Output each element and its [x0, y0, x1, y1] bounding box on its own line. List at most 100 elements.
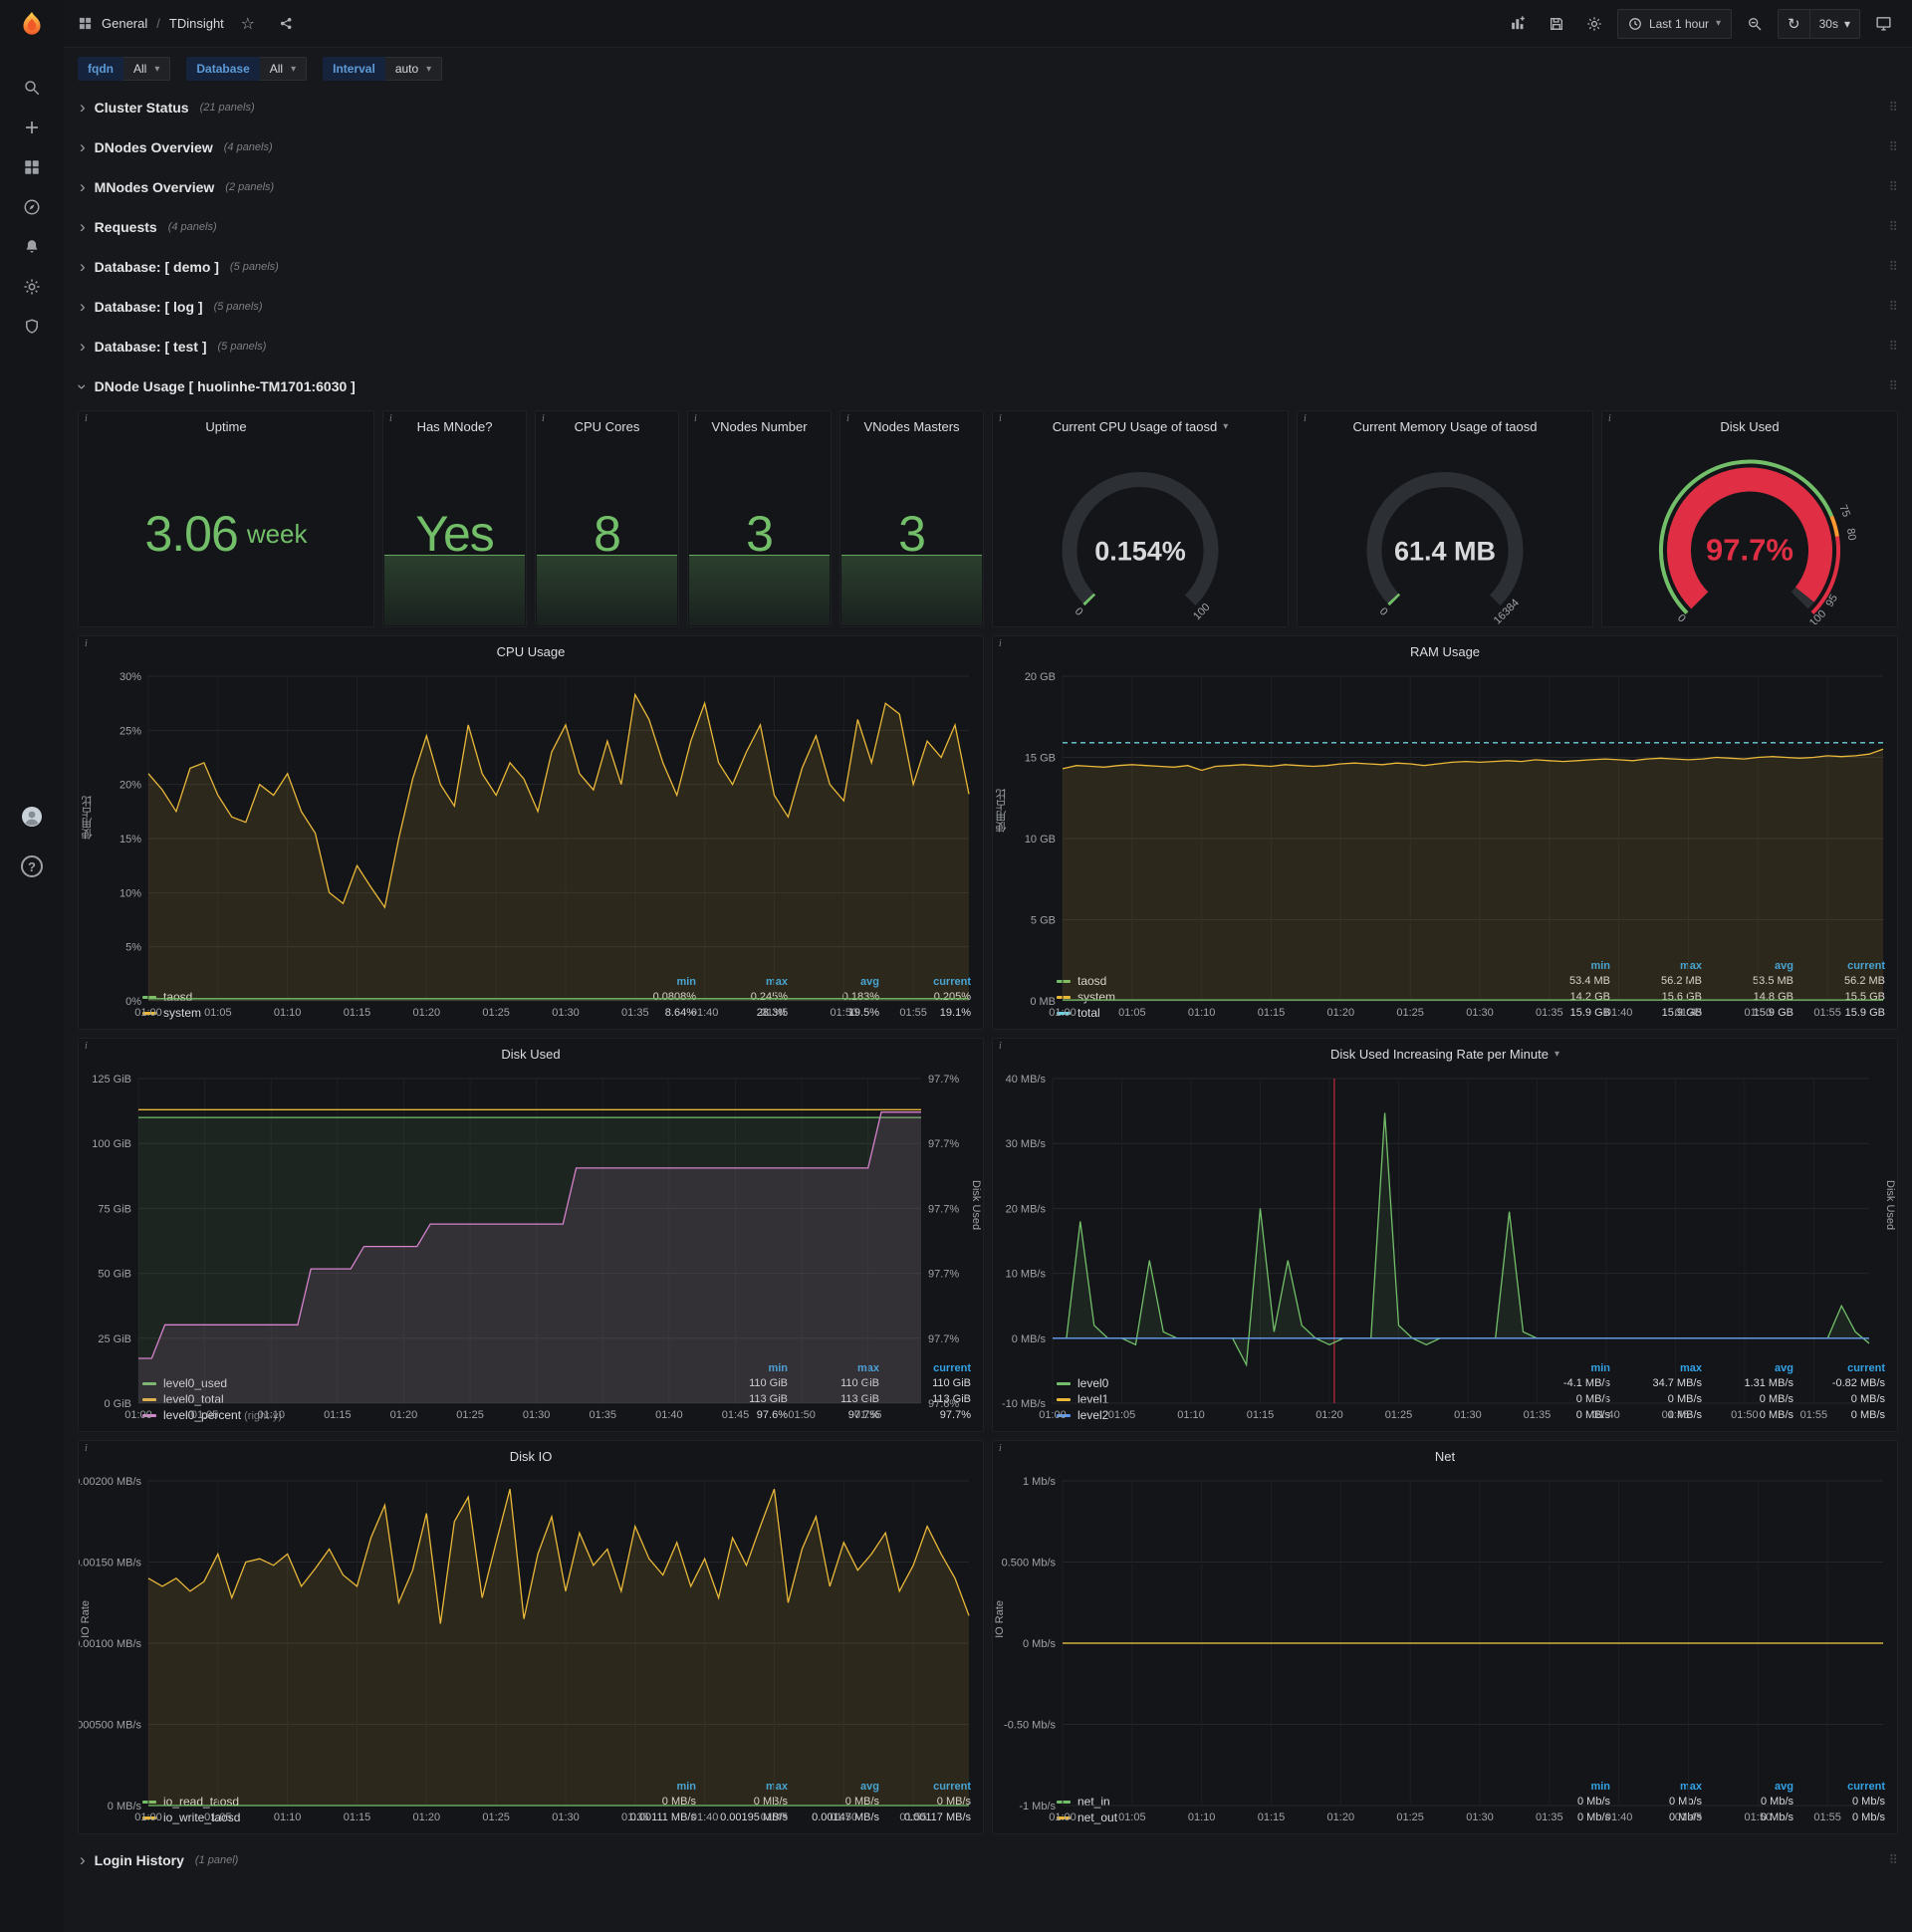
time-series-plot[interactable]: 20 GB15 GB10 GB5 GB0 MB01:00 01:05 01:10 01…	[993, 666, 1897, 1021]
sidebar-search[interactable]	[12, 68, 52, 108]
chart-plot-area[interactable]: 40 MB/s 30 MB/s 20 MB/s 10 MB/s 0 MB/s -10 MB…	[993, 1069, 1897, 1421]
panel-info-icon[interactable]: i	[999, 1041, 1002, 1052]
time-series-plot[interactable]: 30%25%20%15%10%5%0%01:00 01:05 01:10 01:15 0…	[79, 666, 983, 1021]
row-requests[interactable]: › Requests (4 panels) ⠿	[78, 209, 1898, 245]
panel-info-icon[interactable]: i	[1304, 413, 1307, 424]
sidebar-configuration[interactable]	[12, 267, 52, 307]
sidebar-server-admin[interactable]	[12, 307, 52, 347]
variable-value-dropdown[interactable]: All ▾	[123, 57, 171, 81]
row-drag-handle[interactable]: ⠿	[1888, 139, 1898, 155]
add-panel-button[interactable]	[1504, 9, 1534, 39]
panel-title[interactable]: Disk Used Increasing Rate per Minute ▾	[993, 1039, 1897, 1069]
gauge-value: 97.7%	[1706, 533, 1793, 568]
row-drag-handle[interactable]: ⠿	[1888, 179, 1898, 195]
sidebar-help[interactable]: ?	[12, 846, 52, 886]
panel-info-icon[interactable]: i	[1608, 413, 1611, 424]
svg-text:01:25: 01:25	[1396, 1811, 1424, 1823]
row-login-history[interactable]: › Login History (1 panel) ⠿	[78, 1842, 1898, 1878]
breadcrumb-dashboard[interactable]: TDinsight	[169, 16, 224, 31]
panel-info-icon[interactable]: i	[85, 638, 88, 649]
stat-sparkline	[689, 554, 830, 625]
svg-text:01:05: 01:05	[1108, 1409, 1136, 1421]
save-dashboard-button[interactable]	[1542, 9, 1571, 39]
breadcrumb-folder[interactable]: General	[102, 16, 147, 31]
row-drag-handle[interactable]: ⠿	[1888, 378, 1898, 394]
row-database-test[interactable]: › Database: [ test ] (5 panels) ⠿	[78, 329, 1898, 364]
panel-info-icon[interactable]: i	[85, 1443, 88, 1454]
panel-info-icon[interactable]: i	[999, 638, 1002, 649]
sidebar-dashboards[interactable]	[12, 147, 52, 187]
panel-title[interactable]: Has MNode?	[383, 411, 526, 441]
panel-title[interactable]: RAM Usage	[993, 636, 1897, 666]
panel-title[interactable]: Current CPU Usage of taosd ▾	[993, 411, 1288, 441]
panel-title[interactable]: Disk Used	[1602, 411, 1897, 441]
panel-title[interactable]: VNodes Masters	[840, 411, 983, 441]
refresh-icon: ↻	[1788, 15, 1800, 33]
time-series-plot[interactable]: 125 GiB 97.7% 100 GiB 97.7% 75 GiB 97.7% 50 Gi…	[79, 1069, 983, 1423]
svg-text:01:00: 01:00	[1049, 1007, 1076, 1019]
sidebar-explore[interactable]	[12, 187, 52, 227]
chart-plot-area[interactable]: 30% 25% 20% 15% 10% 5% 0% 01:00 01:05 01:10 01:15 0…	[79, 666, 983, 1019]
chart-plot-area[interactable]: 20 GB 15 GB 10 GB 5 GB 0 MB 01:00 01:05 01:10 01…	[993, 666, 1897, 1019]
cycle-view-mode-button[interactable]	[1868, 9, 1898, 39]
zoom-out-time-button[interactable]	[1740, 9, 1770, 39]
row-drag-handle[interactable]: ⠿	[1888, 299, 1898, 315]
panel-title[interactable]: Net	[993, 1441, 1897, 1471]
panel-title[interactable]: CPU Usage	[79, 636, 983, 666]
refresh-interval-dropdown[interactable]: 30s ▾	[1808, 9, 1859, 38]
row-drag-handle[interactable]: ⠿	[1888, 1852, 1898, 1868]
panel-info-icon[interactable]: i	[389, 413, 392, 424]
bell-icon	[26, 240, 38, 253]
panel-info-icon[interactable]: i	[85, 1041, 88, 1052]
gear-icon	[1587, 16, 1601, 31]
refresh-button[interactable]: ↻	[1779, 9, 1809, 38]
panel-info-icon[interactable]: i	[999, 1443, 1002, 1454]
share-dashboard-button[interactable]	[272, 9, 302, 39]
stat-sparkline	[537, 554, 677, 625]
row-drag-handle[interactable]: ⠿	[1888, 339, 1898, 355]
panel-title[interactable]: CPU Cores	[536, 411, 678, 441]
row-database-log[interactable]: › Database: [ log ] (5 panels) ⠿	[78, 289, 1898, 325]
panel-title[interactable]: Disk IO	[79, 1441, 983, 1471]
sidebar-create[interactable]	[12, 108, 52, 147]
time-series-plot[interactable]: 0.00200 MB/s 0.00150 MB/s 0.00100 MB/s 0.00…	[79, 1471, 983, 1825]
row-drag-handle[interactable]: ⠿	[1888, 219, 1898, 235]
top-navbar: General / TDinsight ☆ Last 1 hour ▾ ↻ 30…	[64, 0, 1912, 48]
panel-title[interactable]: VNodes Number	[688, 411, 831, 441]
row-dnode-usage[interactable]: › DNode Usage [ huolinhe-TM1701:6030 ] ⠿	[73, 368, 1898, 404]
panel-info-icon[interactable]: i	[542, 413, 545, 424]
row-title: DNodes Overview	[94, 139, 213, 155]
row-drag-handle[interactable]: ⠿	[1888, 100, 1898, 116]
chart-plot-area[interactable]: 125 GiB 97.7% 100 GiB 97.7% 75 GiB 97.7% 50 Gi…	[79, 1069, 983, 1421]
time-series-plot[interactable]: 40 MB/s30 MB/s20 MB/s10 MB/s0 MB/s-10 MB…	[993, 1069, 1897, 1423]
dashboard-settings-button[interactable]	[1579, 9, 1609, 39]
variable-value-dropdown[interactable]: auto ▾	[384, 57, 443, 81]
sidebar-alerting[interactable]	[12, 227, 52, 267]
row-drag-handle[interactable]: ⠿	[1888, 259, 1898, 275]
time-range-picker[interactable]: Last 1 hour ▾	[1616, 8, 1733, 39]
row-database-demo[interactable]: › Database: [ demo ] (5 panels) ⠿	[78, 249, 1898, 285]
variable-value: auto	[394, 62, 419, 76]
svg-text:01:40: 01:40	[1592, 1409, 1620, 1421]
row-mnodes-overview[interactable]: › MNodes Overview (2 panels) ⠿	[78, 169, 1898, 205]
panel-title[interactable]: Current Memory Usage of taosd	[1298, 411, 1592, 441]
row-title: Database: [ demo ]	[94, 259, 219, 275]
star-dashboard-button[interactable]: ☆	[233, 9, 263, 39]
panel-info-icon[interactable]: i	[999, 413, 1002, 424]
panel-title[interactable]: Uptime	[79, 411, 373, 441]
chart-plot-area[interactable]: 0.00200 MB/s 0.00150 MB/s 0.00100 MB/s 0.00…	[79, 1471, 983, 1823]
panel-info-icon[interactable]: i	[85, 413, 88, 424]
grafana-logo[interactable]	[15, 8, 49, 42]
zoom-out-icon	[1749, 17, 1762, 30]
sidebar-profile[interactable]	[12, 797, 52, 837]
panel-title[interactable]: Disk Used	[79, 1039, 983, 1069]
svg-text:01:40: 01:40	[1605, 1007, 1633, 1019]
variable-value-dropdown[interactable]: All ▾	[259, 57, 308, 81]
panel-info-icon[interactable]: i	[694, 413, 697, 424]
svg-text:01:00: 01:00	[134, 1811, 162, 1823]
row-cluster-status[interactable]: › Cluster Status (21 panels) ⠿	[78, 90, 1898, 125]
chart-plot-area[interactable]: 1 Mb/s 0.500 Mb/s 0 Mb/s -0.50 Mb/s -1 Mb/s 0…	[993, 1471, 1897, 1823]
panel-info-icon[interactable]: i	[846, 413, 849, 424]
time-series-plot[interactable]: 1 Mb/s0.500 Mb/s0 Mb/s-0.50 Mb/s-1 Mb/s0…	[993, 1471, 1897, 1825]
row-dnodes-overview[interactable]: › DNodes Overview (4 panels) ⠿	[78, 129, 1898, 165]
